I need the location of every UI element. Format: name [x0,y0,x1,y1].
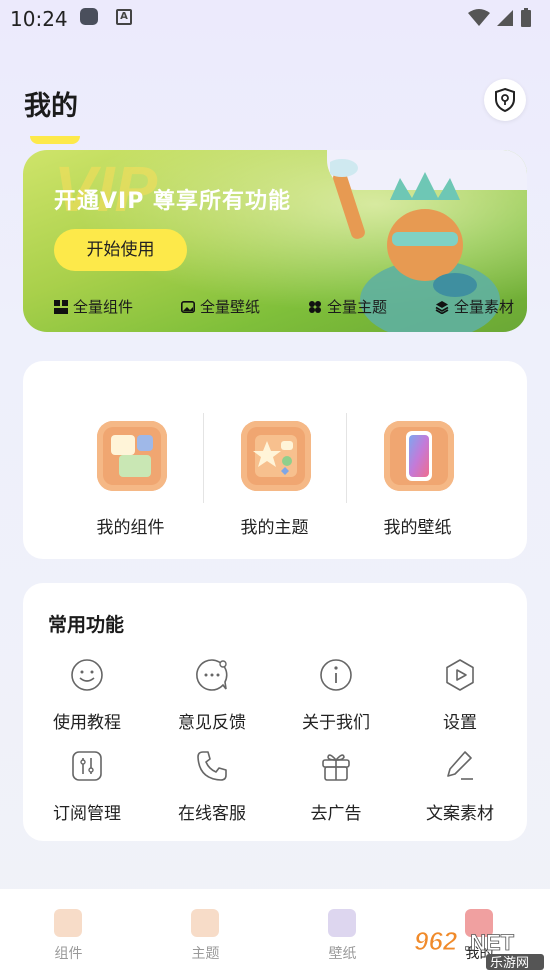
svg-text:乐游网: 乐游网 [490,956,529,971]
perk-label: 全量壁纸 [199,298,260,316]
my-widgets-item[interactable]: 我的组件 [59,361,202,559]
widget-nav-icon [54,909,82,937]
smile-icon [71,659,103,691]
status-bar: 10:24 A [0,0,550,38]
subscription-icon [72,751,102,781]
function-feedback[interactable]: 意见反馈 [149,658,275,738]
privacy-shield-button[interactable] [484,79,526,121]
phone-icon [197,751,227,781]
wifi-icon [468,9,490,26]
info-icon [320,659,352,691]
perk-label: 全量组件 [73,298,134,316]
function-label: 使用教程 [53,713,121,733]
function-label: 意见反馈 [178,713,246,733]
function-label: 设置 [443,713,477,733]
function-copywriting[interactable]: 文案素材 [397,749,523,829]
perk-label: 全量主题 [326,298,387,316]
my-item-label: 我的组件 [96,518,165,538]
perk-wallpapers: 全量壁纸 [180,296,260,317]
vip-title: 开通VIP 尊享所有功能 [54,189,291,214]
page-title: 我的 [24,91,78,122]
site-watermark-logo: 962 .NET 乐游网 [414,926,544,971]
nav-label: 主题 [191,946,220,962]
function-label: 文案素材 [426,804,494,824]
my-wallpapers-item[interactable]: 我的壁纸 [346,361,489,559]
perk-materials: 全量素材 [435,296,514,317]
nav-tab-themes[interactable]: 主题 [137,889,274,977]
function-remove-ads[interactable]: 去广告 [273,749,399,829]
chat-bubble-icon [196,659,228,691]
widget-3d-icon [97,421,167,491]
function-settings[interactable]: 设置 [397,658,523,738]
function-label: 关于我们 [302,713,370,733]
settings-icon [446,659,474,691]
notification-a-icon: A [116,9,132,25]
vip-perks: 全量组件 全量壁纸 全量主题 全量素材 [54,296,514,317]
pen-icon [447,751,473,780]
my-item-label: 我的主题 [240,518,309,538]
section-title: 常用功能 [48,614,125,636]
function-subscriptions[interactable]: 订阅管理 [24,749,150,829]
my-themes-item[interactable]: 我的主题 [203,361,346,559]
theme-3d-icon [241,421,311,491]
perk-widgets: 全量组件 [54,296,133,317]
perk-label: 全量素材 [453,298,514,316]
signal-icon [497,10,513,26]
wallpaper-nav-icon [328,909,356,937]
theme-icon [308,300,321,313]
nav-label: 壁纸 [328,946,357,962]
wallpaper-icon [180,300,195,313]
theme-nav-icon [191,909,219,937]
my-item-label: 我的壁纸 [383,518,452,538]
svg-text:.NET: .NET [464,930,515,955]
shield-icon [495,87,515,113]
vip-start-button[interactable]: 开始使用 [54,229,187,271]
nav-tab-wallpapers[interactable]: 壁纸 [274,889,411,977]
function-about[interactable]: 关于我们 [273,658,399,738]
nav-label: 组件 [54,946,83,962]
gift-icon [322,754,350,781]
function-label: 去广告 [310,804,362,824]
battery-icon [521,8,531,27]
perk-themes: 全量主题 [308,296,387,317]
common-functions-card: 常用功能 使用教程 意见反馈 关于我们 设置 订阅管理 在线客服 去广告 文案素… [23,583,527,841]
layers-icon [435,300,449,314]
function-label: 订阅管理 [53,804,121,824]
function-tutorial[interactable]: 使用教程 [24,658,150,738]
status-indicators [468,8,532,28]
function-label: 在线客服 [178,804,246,824]
widget-icon [54,299,68,314]
my-content-card: 我的组件 我的主题 我的壁纸 [23,361,527,559]
phone-wallpaper-3d-icon [384,421,454,491]
notification-app-icon [80,8,98,25]
svg-text:962: 962 [414,926,458,956]
nav-tab-widgets[interactable]: 组件 [0,889,137,977]
vip-tab-decoration [30,136,80,144]
function-customer-service[interactable]: 在线客服 [149,749,275,829]
status-time: 10:24 [10,7,68,31]
